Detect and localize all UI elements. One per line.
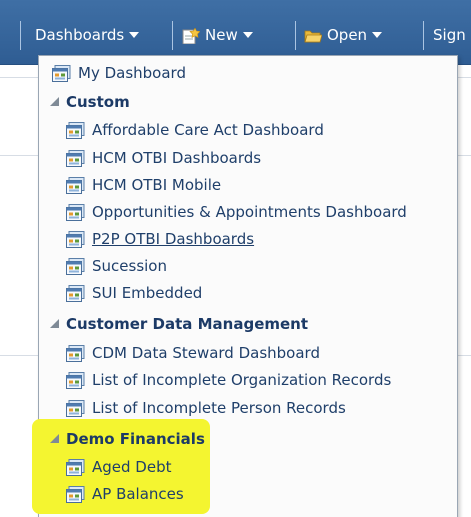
menu-item-label: SUI Embedded: [92, 284, 203, 302]
menu-item-affordable-care-act-dashboard[interactable]: Affordable Care Act Dashboard: [66, 117, 324, 143]
menu-group-demo-financials[interactable]: Demo Financials: [50, 426, 205, 452]
menu-item-aged-debt[interactable]: Aged Debt: [66, 454, 171, 480]
expanded-triangle-icon: [50, 433, 59, 443]
dashboards-menu-button[interactable]: Dashboards: [35, 22, 140, 48]
sign-link[interactable]: Sign: [433, 22, 466, 48]
menu-item-my-dashboard[interactable]: My Dashboard: [52, 60, 186, 86]
menu-item-label: Aged Debt: [92, 458, 172, 476]
toolbar-separator: [172, 21, 173, 50]
dashboard-icon: [66, 203, 85, 221]
dashboard-icon: [66, 371, 85, 389]
dashboard-icon: [66, 230, 85, 248]
menu-group-title: Demo Financials: [66, 430, 205, 448]
menu-item-sui-embedded[interactable]: SUI Embedded: [66, 280, 202, 306]
toolbar-separator: [295, 21, 296, 50]
dashboard-icon: [52, 64, 71, 82]
menu-item-cdm-data-steward-dashboard[interactable]: CDM Data Steward Dashboard: [66, 340, 320, 366]
chevron-down-icon: [129, 31, 140, 38]
toolbar-separator: [20, 21, 21, 50]
new-menu-label: New: [205, 26, 238, 44]
folder-icon: [304, 26, 323, 43]
menu-item-label: CDM Data Steward Dashboard: [92, 344, 320, 362]
menu-group-title: Custom: [66, 93, 130, 111]
dashboard-icon: [66, 257, 85, 275]
menu-group-title: Customer Data Management: [66, 315, 309, 333]
dashboard-icon: [66, 399, 85, 417]
menu-item-label: Sucession: [92, 257, 167, 275]
dashboard-icon: [66, 458, 85, 476]
dashboard-icon: [66, 284, 85, 302]
new-menu-button[interactable]: New: [182, 22, 253, 48]
menu-item-list-of-incomplete-organization-records[interactable]: List of Incomplete Organization Records: [66, 367, 391, 393]
menu-item-sucession[interactable]: Sucession: [66, 253, 167, 279]
open-menu-label: Open: [327, 26, 368, 44]
menu-item-ap-balances[interactable]: AP Balances: [66, 481, 184, 507]
menu-item-label: Opportunities & Appointments Dashboard: [92, 203, 407, 221]
dashboards-menu-label: Dashboards: [35, 26, 125, 44]
menu-item-label: List of Incomplete Person Records: [92, 399, 346, 417]
menu-item-hcm-otbi-mobile[interactable]: HCM OTBI Mobile: [66, 172, 221, 198]
dashboard-icon: [66, 121, 85, 139]
page: Dashboards New Open Sign My Dashboard Cu…: [0, 0, 471, 517]
menu-item-label: AP Balances: [92, 485, 184, 503]
expanded-triangle-icon: [50, 96, 59, 106]
menu-item-p2p-otbi-dashboards[interactable]: P2P OTBI Dashboards: [66, 226, 254, 252]
dashboard-icon: [66, 176, 85, 194]
open-menu-button[interactable]: Open: [304, 22, 383, 48]
menu-item-label: HCM OTBI Dashboards: [92, 149, 262, 167]
menu-group-custom[interactable]: Custom: [50, 89, 130, 115]
sign-link-label: Sign: [433, 26, 466, 44]
menu-item-label: List of Incomplete Organization Records: [92, 371, 392, 389]
menu-item-label: HCM OTBI Mobile: [92, 176, 222, 194]
chevron-down-icon: [242, 31, 253, 38]
dashboard-icon: [66, 149, 85, 167]
new-document-icon: [182, 26, 201, 45]
chevron-down-icon: [372, 31, 383, 38]
menu-item-label: Affordable Care Act Dashboard: [92, 121, 324, 139]
dashboard-icon: [66, 344, 85, 362]
menu-item-hcm-otbi-dashboards[interactable]: HCM OTBI Dashboards: [66, 145, 261, 171]
expanded-triangle-icon: [50, 318, 59, 328]
menu-item-label: P2P OTBI Dashboards: [92, 230, 255, 248]
menu-item-label: My Dashboard: [78, 64, 186, 82]
dashboard-icon: [66, 485, 85, 503]
toolbar-separator: [423, 21, 424, 50]
menu-item-list-of-incomplete-person-records[interactable]: List of Incomplete Person Records: [66, 395, 346, 421]
menu-item-opportunities-appointments-dashboard[interactable]: Opportunities & Appointments Dashboard: [66, 199, 407, 225]
menu-group-customer-data-management[interactable]: Customer Data Management: [50, 311, 308, 337]
